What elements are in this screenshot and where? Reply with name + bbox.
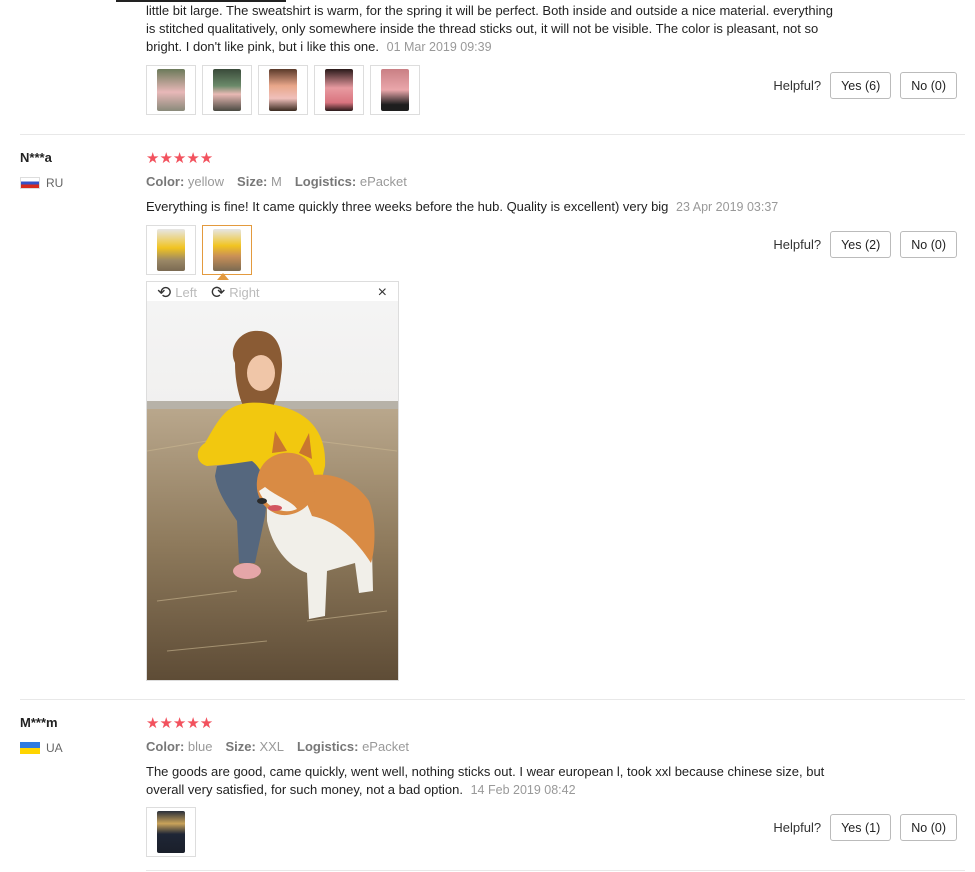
review-photo-thumb[interactable] — [146, 807, 196, 857]
review-attributes: Color: yellow Size: M Logistics: ePacket — [146, 174, 407, 189]
helpful-label: Helpful? — [773, 237, 822, 252]
close-icon[interactable]: × — [378, 284, 387, 302]
helpful-label: Helpful? — [773, 820, 822, 835]
review-3: M***m UA ★★★★★ Color: blue Size: XXL Log… — [0, 700, 965, 872]
review-attributes: Color: blue Size: XXL Logistics: ePacket — [146, 739, 409, 754]
review-date: 14 Feb 2019 08:42 — [470, 783, 576, 797]
helpful-votes: Helpful? Yes (2) No (0) — [773, 231, 957, 258]
review-text: Everything is fine! It came quickly thre… — [146, 198, 836, 216]
attr-logistics: Logistics: ePacket — [294, 174, 407, 189]
helpful-no-button[interactable]: No (0) — [900, 231, 957, 258]
review-1: little bit large. The sweatshirt is warm… — [0, 0, 965, 134]
helpful-votes: Helpful? Yes (6) No (0) — [773, 72, 957, 99]
attr-logistics: Logistics: ePacket — [297, 739, 410, 754]
review-photos — [146, 225, 252, 275]
review-photo-thumb[interactable] — [146, 225, 196, 275]
review-text: little bit large. The sweatshirt is warm… — [146, 2, 836, 56]
reviewer-country: RU — [20, 176, 63, 190]
attr-size: Size: XXL — [225, 739, 285, 754]
helpful-no-button[interactable]: No (0) — [900, 814, 957, 841]
flag-ua-icon — [20, 742, 40, 754]
flag-ru-icon — [20, 177, 40, 189]
review-photo-thumb[interactable] — [370, 65, 420, 115]
viewer-caret — [217, 273, 229, 280]
review-text: The goods are good, came quickly, went w… — [146, 763, 836, 799]
review-photos — [146, 65, 420, 115]
review-photo-thumb[interactable] — [314, 65, 364, 115]
review-photo-thumb[interactable] — [146, 65, 196, 115]
attr-color: Color: yellow — [146, 174, 225, 189]
reviewer-country: UA — [20, 741, 63, 755]
rotate-left-icon: ⟲ — [157, 283, 172, 302]
country-code: RU — [46, 176, 64, 190]
review-body: Everything is fine! It came quickly thre… — [146, 199, 669, 214]
reviewer-name: M***m — [20, 715, 58, 730]
review-photo-thumb[interactable] — [202, 65, 252, 115]
helpful-votes: Helpful? Yes (1) No (0) — [773, 814, 957, 841]
rotate-right-label: Right — [229, 285, 260, 300]
viewer-toolbar: ⟲ Left ⟳ Right — [157, 284, 260, 301]
review-photo-thumb[interactable] — [258, 65, 308, 115]
review-date: 23 Apr 2019 03:37 — [676, 200, 779, 214]
attr-size: Size: M — [237, 174, 282, 189]
review-divider — [146, 870, 965, 871]
review-photos — [146, 807, 196, 857]
country-code: UA — [46, 741, 63, 755]
reviewer-name: N***a — [20, 150, 52, 165]
helpful-yes-button[interactable]: Yes (2) — [830, 231, 892, 258]
helpful-label: Helpful? — [773, 78, 822, 93]
attr-color: Color: blue — [146, 739, 213, 754]
helpful-yes-button[interactable]: Yes (6) — [830, 72, 892, 99]
rotate-left-label: Left — [175, 285, 197, 300]
rotate-right-button[interactable]: ⟳ Right — [211, 284, 260, 301]
helpful-no-button[interactable]: No (0) — [900, 72, 957, 99]
review-2: N***a RU ★★★★★ Color: yellow Size: M Log… — [0, 135, 965, 699]
photo-viewer: ⟲ Left ⟳ Right × — [146, 281, 399, 681]
rotate-right-icon: ⟳ — [210, 283, 226, 302]
star-rating: ★★★★★ — [146, 150, 214, 167]
review-photo-large — [147, 301, 398, 680]
review-date: 01 Mar 2019 09:39 — [386, 40, 492, 54]
review-photo-thumb-active[interactable] — [202, 225, 252, 275]
star-rating: ★★★★★ — [146, 715, 214, 732]
helpful-yes-button[interactable]: Yes (1) — [830, 814, 892, 841]
rotate-left-button[interactable]: ⟲ Left — [157, 284, 197, 301]
